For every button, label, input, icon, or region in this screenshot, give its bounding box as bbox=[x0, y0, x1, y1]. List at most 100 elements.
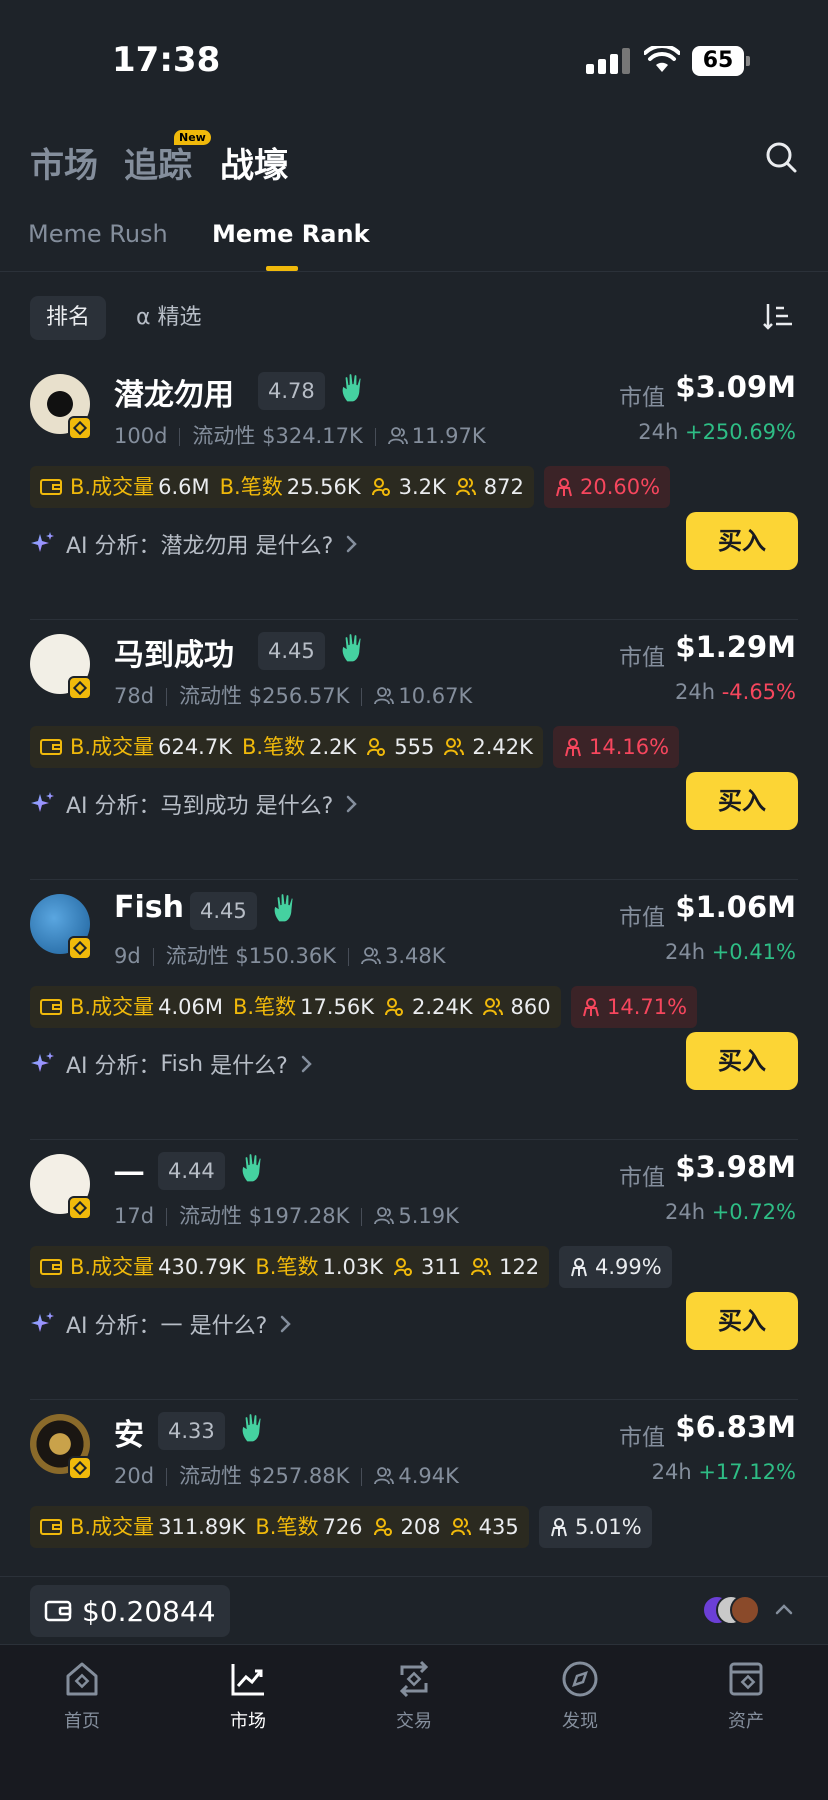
discover-icon bbox=[562, 1661, 598, 1697]
market-chart-icon bbox=[231, 1664, 264, 1696]
filter-alpha-picks[interactable]: α 精选 bbox=[120, 296, 218, 340]
price-change: 24h +17.12% bbox=[652, 1460, 796, 1484]
wallet-balance-button[interactable]: $0.20844 bbox=[30, 1585, 230, 1637]
ai-analysis-link[interactable]: AI 分析：一 是什么? bbox=[30, 1308, 293, 1340]
top-holder-share-badge: 4.99% bbox=[559, 1246, 672, 1288]
liquidity-value: $257.88K bbox=[248, 1464, 350, 1488]
change-value: +0.72% bbox=[711, 1200, 796, 1224]
token-meta: 9d 流动性 $150.36K 3.48K bbox=[114, 940, 446, 970]
b-volume-value: 430.79K bbox=[158, 1255, 246, 1279]
change-value: +0.41% bbox=[711, 940, 796, 964]
token-meta: 20d 流动性 $257.88K 4.94K bbox=[114, 1460, 459, 1490]
change-value: +250.69% bbox=[684, 420, 796, 444]
ai-suffix: 是什么? bbox=[255, 534, 334, 559]
search-icon[interactable] bbox=[764, 140, 798, 174]
b-trades-value: 726 bbox=[322, 1515, 363, 1539]
token-score: 4.33 bbox=[158, 1412, 225, 1450]
ai-analysis-link[interactable]: AI 分析： 潜龙勿用 是什么? bbox=[30, 528, 359, 560]
token-card[interactable]: 一 4.44 17d 流动性 $197.28K 5.19K 市值 $3.98M 24… bbox=[0, 1140, 828, 1400]
market-cap-value: $6.83M bbox=[675, 1410, 796, 1444]
liquidity-label: 流动性 bbox=[165, 944, 229, 968]
token-card[interactable]: Fish 4.45 9d 流动性 $150.36K 3.48K 市值 $1.06M … bbox=[0, 880, 828, 1140]
kol-count: 2.42K bbox=[472, 735, 533, 759]
wave-hand-icon bbox=[241, 1412, 262, 1443]
token-name: 一 bbox=[114, 1158, 144, 1193]
chevron-right-icon bbox=[347, 795, 358, 813]
kol-icon bbox=[455, 478, 476, 496]
active-subtab-indicator bbox=[266, 266, 298, 271]
buy-button[interactable]: 买入 bbox=[686, 512, 798, 570]
wallet-bar: $0.20844 bbox=[0, 1576, 828, 1644]
ai-suffix: 是什么? bbox=[255, 794, 334, 819]
chevron-up-icon[interactable] bbox=[774, 1599, 794, 1619]
ai-token-name: 潜龙勿用 bbox=[160, 534, 249, 559]
token-age: 20d bbox=[114, 1464, 155, 1488]
cellular-signal-icon bbox=[586, 48, 630, 74]
filter-ranking[interactable]: 排名 bbox=[30, 296, 107, 340]
token-card[interactable]: 马到成功 4.45 78d 流动性 $256.57K 10.67K 市值 $1.29… bbox=[0, 620, 828, 880]
price-change: 24h +250.69% bbox=[638, 420, 796, 444]
smart-money-icon bbox=[384, 998, 403, 1016]
b-volume-label: B.成交量 bbox=[70, 475, 155, 499]
wallet-icon bbox=[40, 1259, 62, 1275]
tab-trenches[interactable]: 战壕 bbox=[220, 138, 288, 187]
new-badge: New bbox=[174, 130, 211, 145]
buy-button[interactable]: 买入 bbox=[686, 772, 798, 830]
ai-token-name: Fish bbox=[160, 1051, 204, 1077]
smart-money-icon bbox=[371, 478, 390, 496]
b-volume-label: B.成交量 bbox=[70, 735, 155, 759]
holders-icon bbox=[374, 687, 395, 705]
sort-icon[interactable] bbox=[762, 300, 794, 332]
holders-count: 10.67K bbox=[398, 684, 473, 708]
token-name: 马到成功 bbox=[114, 638, 234, 673]
status-bar: 17:38 65 bbox=[0, 0, 828, 110]
price-change: 24h +0.41% bbox=[665, 940, 796, 964]
market-cap-label: 市值 bbox=[619, 645, 665, 671]
kol-count: 435 bbox=[478, 1515, 519, 1539]
wallet-icon bbox=[40, 739, 62, 755]
buy-button[interactable]: 买入 bbox=[686, 1292, 798, 1350]
token-stats: B.成交量 6.6M B.笔数 25.56K 3.2K 872 bbox=[30, 466, 534, 508]
ai-token-name: 马到成功 bbox=[160, 794, 249, 819]
wallet-balance: $0.20844 bbox=[82, 1594, 216, 1628]
token-stats: B.成交量 430.79K B.笔数 1.03K 311 122 bbox=[30, 1246, 550, 1288]
smart-money-icon bbox=[393, 1258, 412, 1276]
top-holder-share: 14.16% bbox=[589, 735, 670, 759]
holders-icon bbox=[361, 947, 381, 965]
kol-count: 122 bbox=[499, 1255, 540, 1279]
liquidity-value: $197.28K bbox=[248, 1204, 350, 1228]
ai-prefix: AI 分析： bbox=[66, 1054, 161, 1079]
b-volume-label: B.成交量 bbox=[70, 995, 155, 1019]
b-trades-label: B.笔数 bbox=[219, 475, 283, 499]
b-volume-value: 624.7K bbox=[158, 735, 232, 759]
chain-avatars[interactable] bbox=[702, 1595, 762, 1627]
tab-tracking[interactable]: 追踪 bbox=[124, 138, 192, 187]
tab-discover[interactable]: 发现 bbox=[520, 1659, 640, 1733]
b-volume-value: 311.89K bbox=[158, 1515, 246, 1539]
chevron-right-icon bbox=[281, 1315, 292, 1333]
tab-market-bottom[interactable]: 市场 bbox=[188, 1659, 308, 1733]
ai-suffix: 是什么? bbox=[210, 1054, 288, 1079]
change-period: 24h bbox=[651, 1460, 692, 1484]
b-volume-label: B.成交量 bbox=[70, 1255, 155, 1279]
token-name: Fish bbox=[114, 890, 184, 925]
wallet-icon bbox=[44, 1600, 72, 1622]
tab-trade[interactable]: 交易 bbox=[354, 1659, 474, 1733]
token-card[interactable]: 潜龙勿用 4.78 100d 流动性 $324.17K 11.97K 市值 $3.0… bbox=[0, 360, 828, 620]
wallet-icon bbox=[40, 479, 62, 495]
tab-home[interactable]: 首页 bbox=[22, 1659, 142, 1733]
tab-assets[interactable]: 资产 bbox=[686, 1659, 806, 1733]
smart-money-icon bbox=[367, 738, 386, 756]
bnb-chain-badge-icon bbox=[68, 1456, 92, 1480]
subtab-meme-rank[interactable]: Meme Rank bbox=[212, 220, 370, 248]
tab-market[interactable]: 市场 bbox=[30, 138, 98, 187]
buy-button[interactable]: 买入 bbox=[686, 1032, 798, 1090]
subtab-meme-rush[interactable]: Meme Rush bbox=[28, 220, 168, 248]
ai-prefix: AI 分析： bbox=[66, 794, 161, 819]
wave-hand-icon bbox=[341, 632, 362, 663]
ai-analysis-link[interactable]: AI 分析： Fish 是什么? bbox=[30, 1048, 314, 1080]
subtabs: Meme Rush Meme Rank bbox=[0, 216, 828, 272]
bnb-chain-badge-icon bbox=[68, 936, 92, 960]
ai-analysis-link[interactable]: AI 分析： 马到成功 是什么? bbox=[30, 788, 359, 820]
b-volume-value: 6.6M bbox=[158, 475, 210, 499]
